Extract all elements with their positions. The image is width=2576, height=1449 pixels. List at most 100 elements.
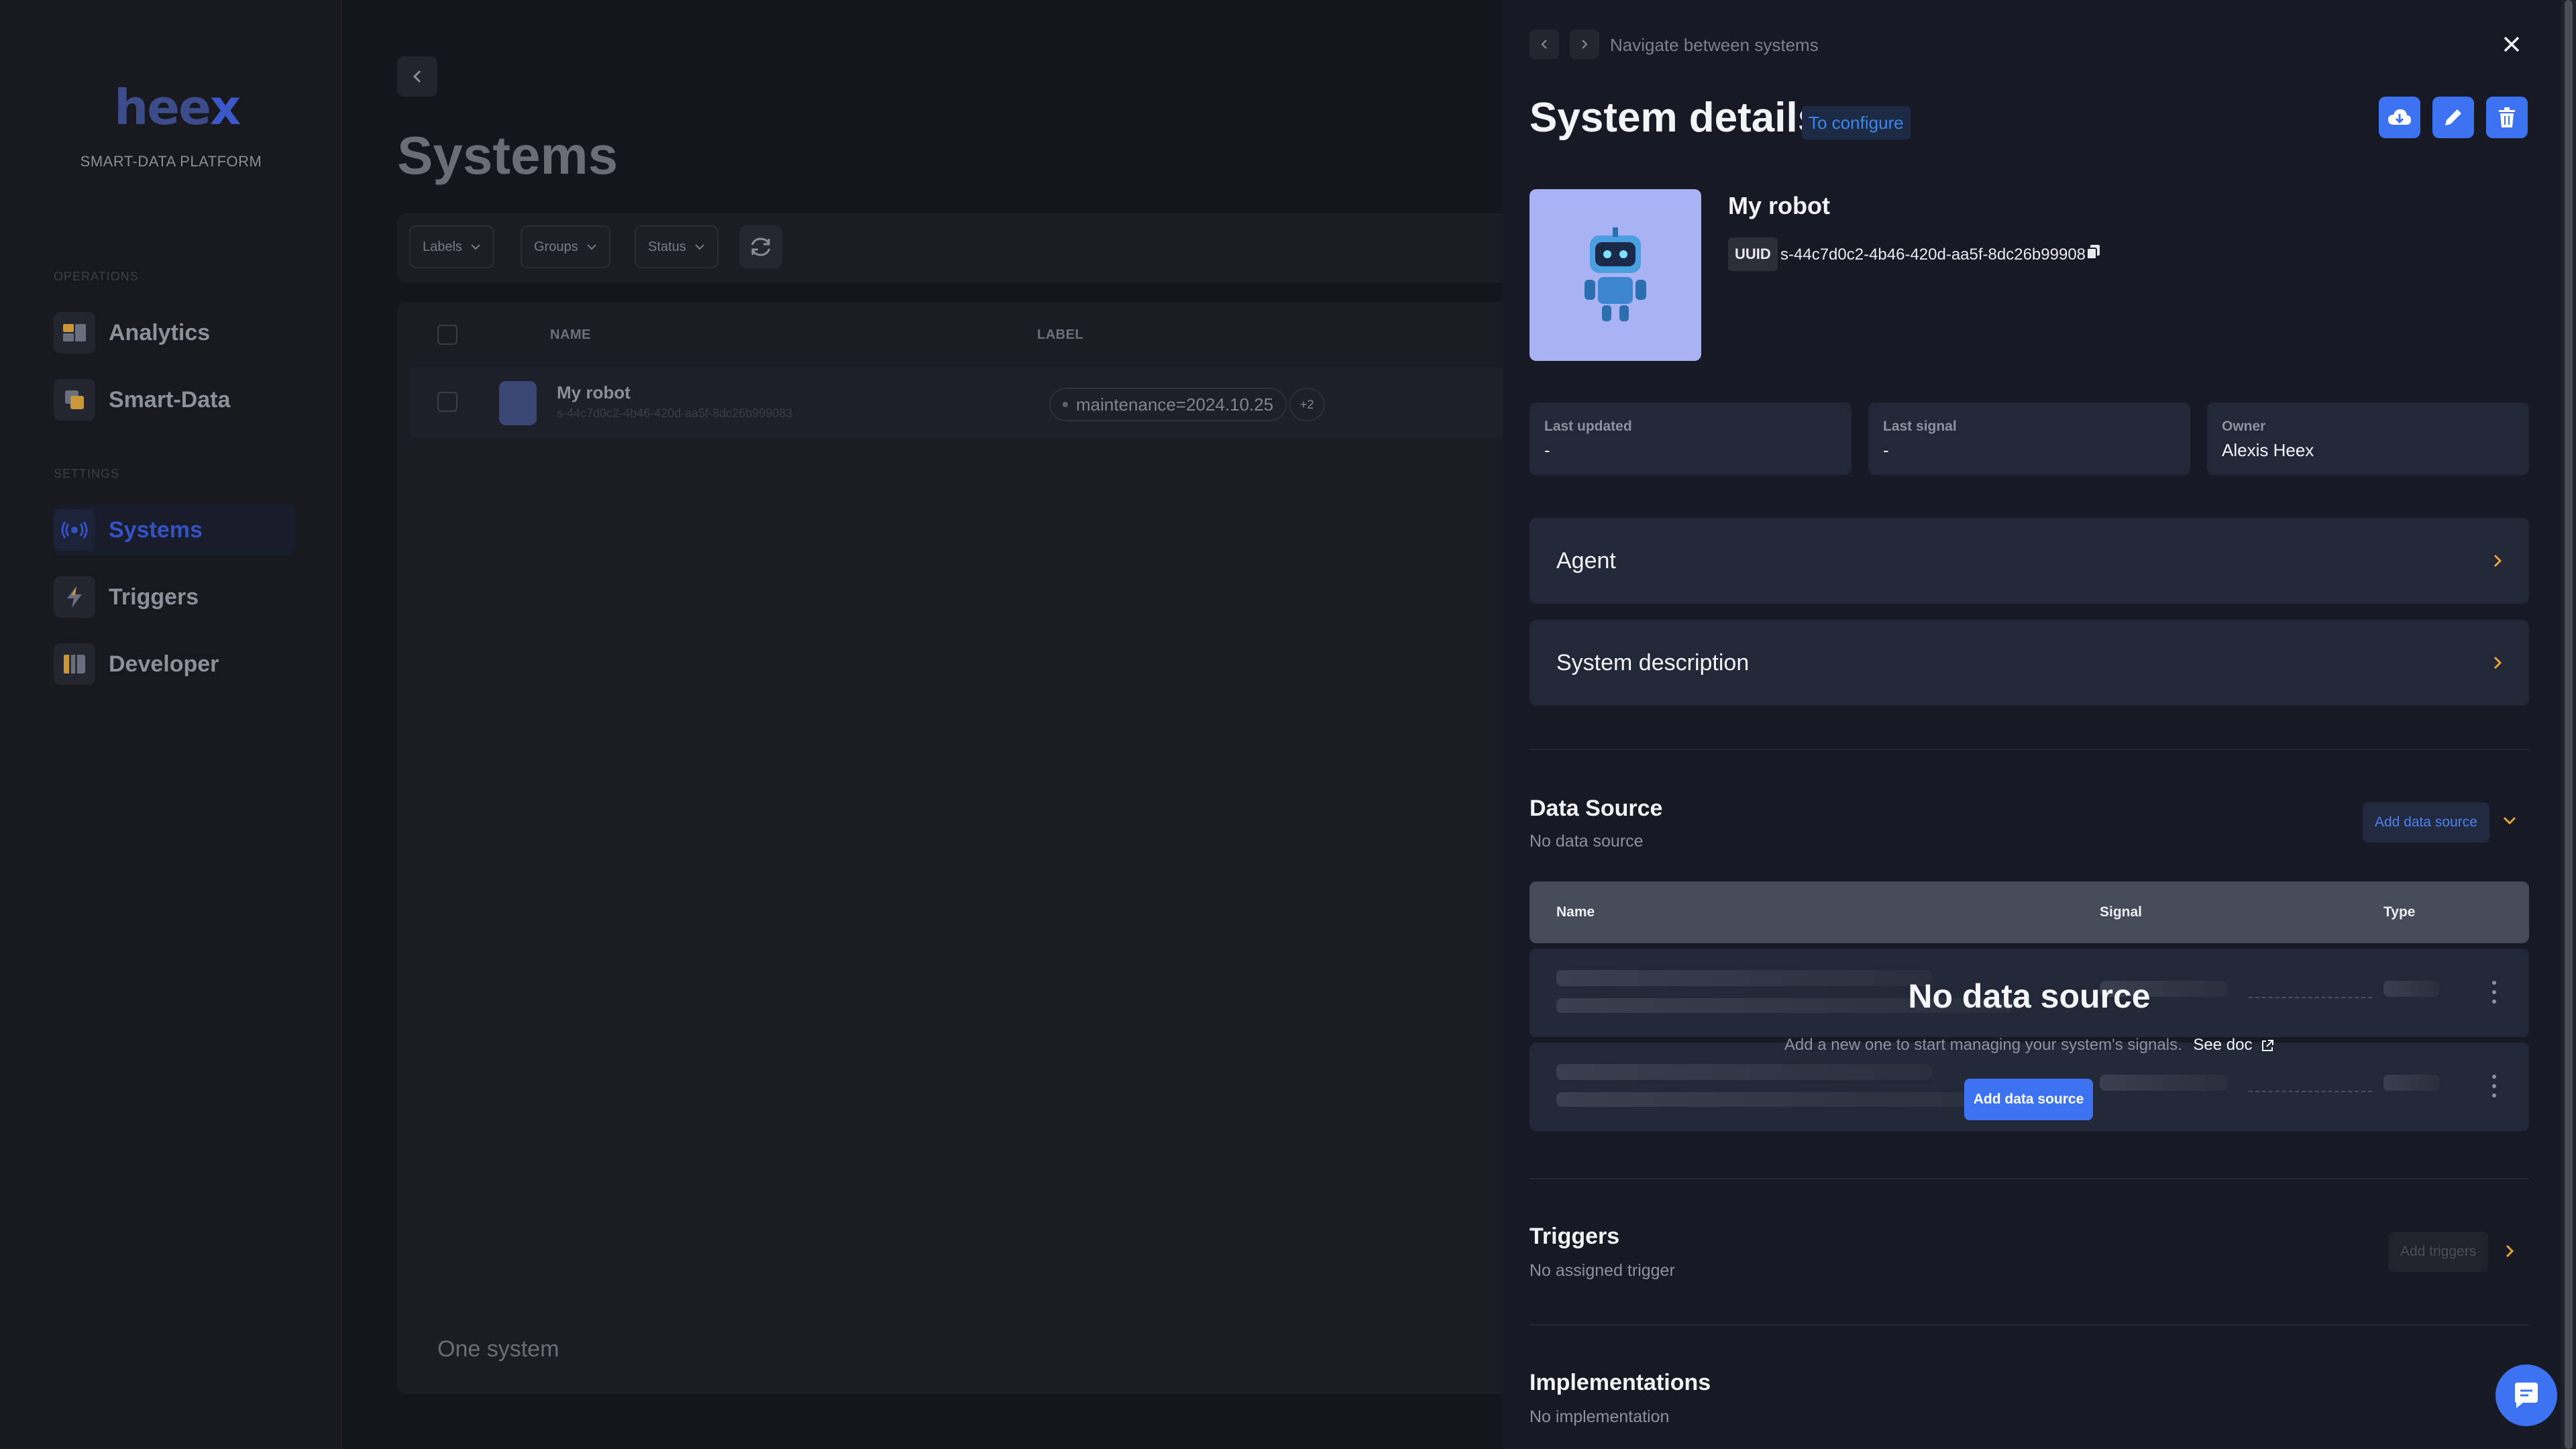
triggers-subtitle: No assigned trigger — [1529, 1261, 1675, 1280]
chevron-right-icon — [1582, 40, 1588, 49]
edit-button[interactable] — [2432, 97, 2474, 138]
see-doc-link[interactable]: See doc — [2193, 1036, 2274, 1054]
chevron-left-icon — [413, 70, 421, 83]
empty-state-text: Add a new one to start managing your sys… — [1529, 1036, 2529, 1055]
back-button[interactable] — [397, 56, 437, 97]
chevron-down-icon — [586, 244, 596, 250]
row-checkbox[interactable] — [437, 392, 458, 412]
more-labels-chip[interactable]: +2 — [1289, 388, 1325, 421]
sidebar-item-analytics[interactable]: Analytics — [54, 307, 295, 358]
refresh-icon — [751, 237, 771, 256]
table-row[interactable]: My robot s-44c7d0c2-4b46-420d-aa5f-8dc26… — [411, 368, 1538, 437]
sidebar-item-triggers[interactable]: Triggers — [54, 572, 295, 623]
robot-icon — [1585, 227, 1646, 321]
divider — [1529, 1178, 2529, 1179]
divider — [1529, 1324, 2529, 1326]
close-button[interactable] — [2496, 28, 2528, 60]
status-filter[interactable]: Status — [635, 225, 718, 268]
info-value: - — [1544, 440, 1550, 460]
add-data-source-button[interactable]: Add data source — [2363, 802, 2489, 843]
uuid-label: UUID — [1728, 237, 1778, 271]
empty-state-message: Add a new one to start managing your sys… — [1784, 1036, 2182, 1054]
sidebar-item-label: Analytics — [109, 319, 211, 345]
page-title: Systems — [397, 125, 619, 185]
copy-icon[interactable] — [2086, 244, 2101, 260]
navigate-hint: Navigate between systems — [1610, 35, 1819, 55]
add-triggers-button[interactable]: Add triggers — [2388, 1232, 2489, 1272]
smart-data-icon — [54, 379, 95, 421]
analytics-icon — [54, 312, 95, 354]
skeleton-bar — [1556, 1064, 1932, 1080]
data-source-title: Data Source — [1529, 796, 1663, 821]
owner-card: Owner Alexis Heex — [2207, 402, 2529, 475]
skeleton-bar — [2100, 1075, 2227, 1091]
close-icon — [2504, 36, 2520, 52]
info-key: Owner — [2222, 419, 2266, 434]
delete-button[interactable] — [2486, 97, 2528, 138]
label-chip[interactable]: maintenance=2024.10.25 — [1049, 388, 1287, 421]
column-header-name: Name — [1556, 904, 1595, 920]
column-header-label: LABEL — [1037, 327, 1084, 342]
scrollbar[interactable] — [2561, 0, 2576, 1449]
empty-state-title: No data source — [1908, 977, 2151, 1015]
dashed-line — [2249, 1091, 2372, 1092]
chevron-left-icon — [1541, 40, 1547, 49]
sidebar-item-label: Triggers — [109, 584, 199, 610]
download-button[interactable] — [2379, 97, 2420, 138]
info-key: Last updated — [1544, 419, 1632, 434]
sidebar-item-label: Systems — [109, 517, 203, 543]
section-label: System description — [1556, 649, 1750, 676]
filter-label: Status — [648, 239, 686, 254]
sidebar-item-systems[interactable]: Systems — [54, 504, 295, 555]
select-all-checkbox[interactable] — [437, 325, 458, 345]
skeleton-bar — [2383, 1075, 2440, 1091]
implementations-title: Implementations — [1529, 1370, 1711, 1395]
row-uuid: s-44c7d0c2-4b46-420d-aa5f-8dc26b999083 — [557, 407, 793, 420]
chevron-right-icon[interactable] — [2505, 1244, 2514, 1258]
row-name: My robot — [557, 382, 631, 402]
platform-name: SMART-DATA PLATFORM — [80, 153, 262, 170]
drawer-title: System details — [1529, 95, 1821, 141]
external-link-icon — [2262, 1039, 2274, 1051]
column-header-type: Type — [2383, 904, 2416, 920]
developer-icon — [54, 643, 95, 685]
groups-filter[interactable]: Groups — [521, 225, 610, 268]
avatar — [499, 381, 537, 425]
heex-logo[interactable]: heex — [114, 79, 241, 136]
system-details-drawer: Navigate between systems System details … — [1503, 0, 2576, 1449]
data-source-table-header: Name Signal Type — [1529, 881, 2529, 943]
operations-section-label: OPERATIONS — [54, 270, 139, 283]
cloud-download-icon — [2388, 109, 2411, 125]
filter-bar: Labels Groups Status — [397, 213, 1538, 283]
more-icon — [2492, 1075, 2496, 1103]
sidebar-item-label: Smart-Data — [109, 386, 231, 413]
filter-label: Groups — [534, 239, 578, 254]
chat-support-button[interactable] — [2496, 1364, 2557, 1426]
filter-label: Labels — [423, 239, 462, 254]
add-data-source-primary-button[interactable]: Add data source — [1964, 1079, 2093, 1120]
status-badge: To configure — [1802, 106, 1911, 140]
systems-table: NAME LABEL My robot s-44c7d0c2-4b46-420d… — [397, 302, 1538, 1394]
system-image[interactable] — [1529, 189, 1701, 361]
chevron-right-icon — [2493, 554, 2502, 568]
chevron-down-icon[interactable] — [2502, 816, 2517, 825]
systems-count: One system — [437, 1336, 559, 1362]
column-header-name: NAME — [550, 327, 591, 342]
chip-dot — [1063, 402, 1068, 407]
last-signal-card: Last signal - — [1868, 402, 2190, 475]
chevron-down-icon — [694, 244, 704, 250]
agent-section[interactable]: Agent — [1529, 518, 2529, 604]
sidebar-item-developer[interactable]: Developer — [54, 639, 295, 690]
chip-label: maintenance=2024.10.25 — [1076, 394, 1274, 415]
scrollbar-thumb[interactable] — [2565, 0, 2573, 1449]
refresh-button[interactable] — [739, 225, 782, 268]
chat-icon — [2515, 1383, 2538, 1408]
previous-system-button[interactable] — [1529, 30, 1559, 59]
system-description-section[interactable]: System description — [1529, 620, 2529, 706]
labels-filter[interactable]: Labels — [409, 225, 494, 268]
section-label: Agent — [1556, 547, 1616, 574]
sidebar-item-smart-data[interactable]: Smart-Data — [54, 374, 295, 425]
info-key: Last signal — [1883, 419, 1957, 434]
next-system-button[interactable] — [1570, 30, 1599, 59]
info-value: - — [1883, 440, 1889, 460]
